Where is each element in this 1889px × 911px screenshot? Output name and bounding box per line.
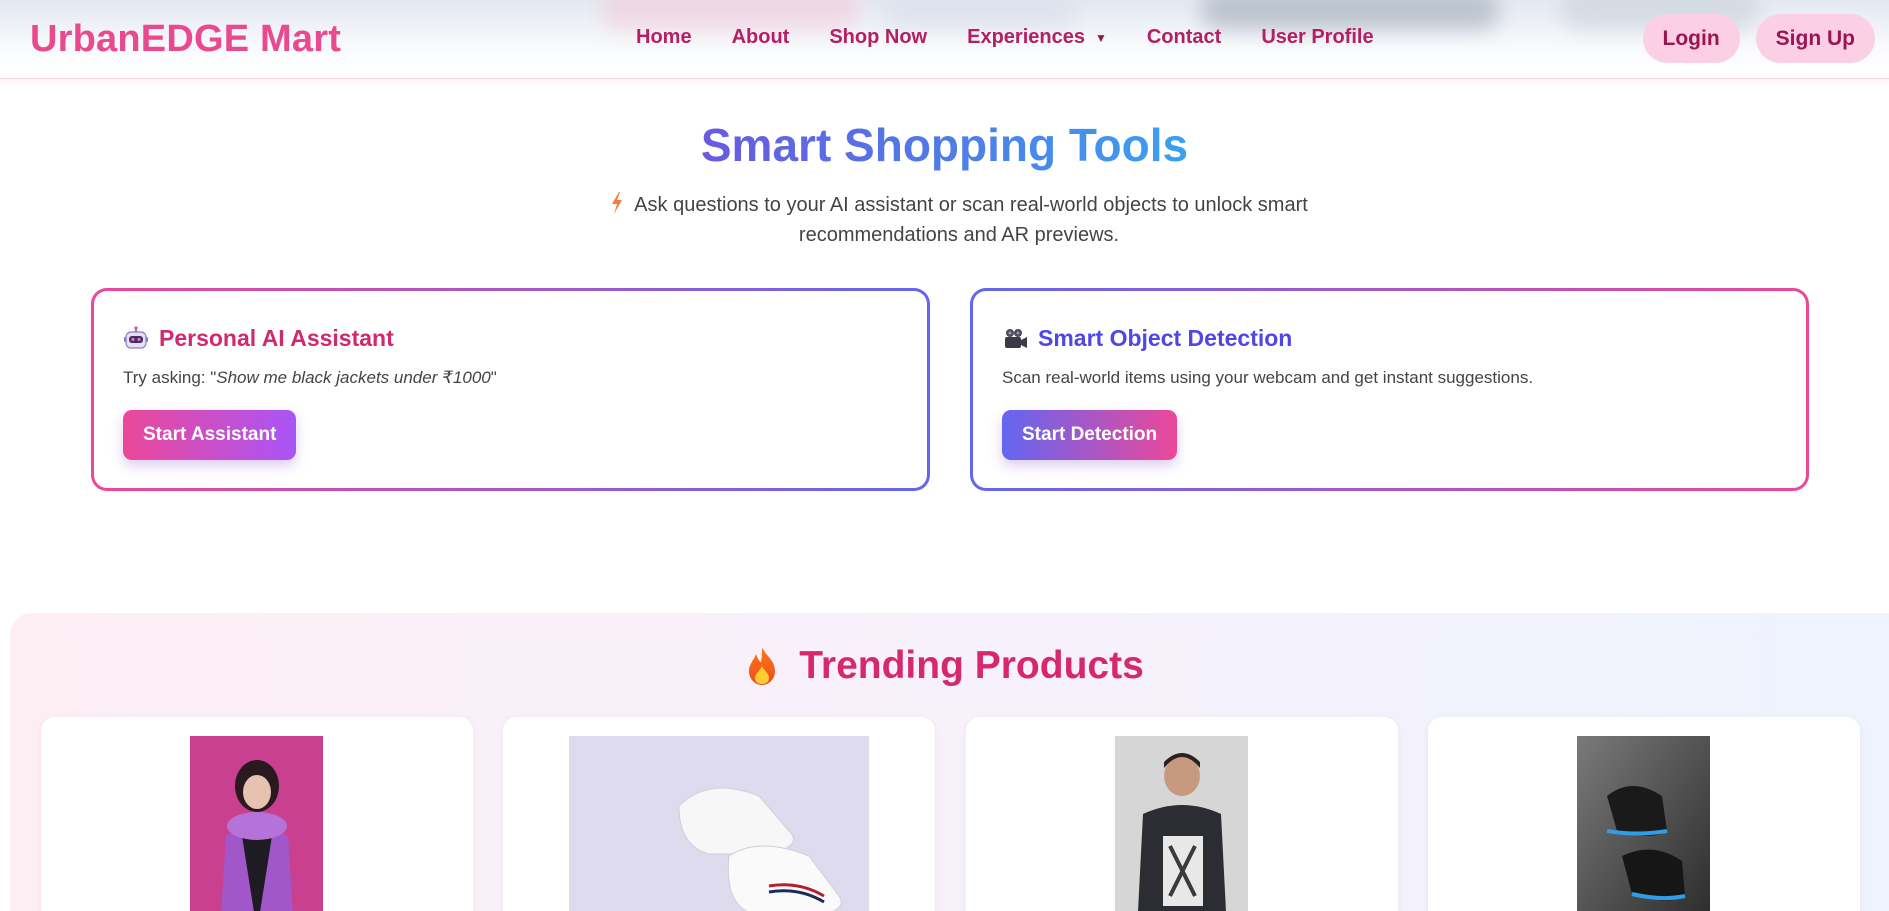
nav-shop-now[interactable]: Shop Now [829, 26, 927, 49]
nav-experiences-dropdown[interactable]: Experiences ▼ [967, 26, 1107, 49]
signup-button[interactable]: Sign Up [1755, 14, 1875, 63]
product-image[interactable] [1577, 736, 1710, 911]
assistant-card-description: Try asking: "Show me black jackets under… [123, 368, 497, 387]
assistant-card: Personal AI Assistant Try asking: "Show … [91, 288, 930, 491]
product-card[interactable] [41, 717, 473, 911]
detection-card-description: Scan real-world items using your webcam … [1002, 368, 1534, 387]
product-image[interactable] [1115, 736, 1248, 911]
nav-home[interactable]: Home [636, 26, 692, 49]
caret-down-icon: ▼ [1094, 30, 1107, 45]
flame-icon [749, 647, 776, 685]
start-assistant-button[interactable]: Start Assistant [123, 410, 297, 460]
login-button[interactable]: Login [1642, 14, 1740, 63]
product-image[interactable] [190, 736, 323, 911]
assistant-card-title: Personal AI Assistant [159, 325, 394, 351]
detection-card-title: Smart Object Detection [1038, 325, 1293, 351]
video-camera-icon [1005, 328, 1027, 348]
brand-logo[interactable]: UrbanEDGE Mart [30, 18, 341, 61]
auth-buttons: Login Sign Up [1642, 14, 1875, 63]
product-card[interactable] [966, 717, 1398, 911]
lightning-icon [612, 192, 623, 214]
robot-icon [124, 325, 148, 349]
detection-card: Smart Object Detection Scan real-world i… [970, 288, 1809, 491]
nav-links: Home About Shop Now Experiences ▼ Contact… [636, 26, 1414, 49]
detection-card-header: Smart Object Detection [1002, 325, 1777, 352]
section-title-smart-tools: Smart Shopping Tools [700, 119, 1189, 171]
start-detection-button[interactable]: Start Detection [1002, 410, 1178, 460]
product-card[interactable] [503, 717, 935, 911]
navbar: UrbanEDGE Mart Home About Shop Now Exper… [0, 0, 1889, 79]
product-image[interactable] [569, 736, 869, 911]
nav-contact[interactable]: Contact [1147, 26, 1221, 49]
assistant-card-header: Personal AI Assistant [123, 325, 898, 352]
product-card[interactable] [1428, 717, 1860, 911]
section-subtitle: Ask questions to your AI assistant or sc… [594, 190, 1324, 250]
nav-user-profile[interactable]: User Profile [1261, 26, 1373, 49]
nav-about[interactable]: About [732, 26, 790, 49]
section-title-trending: Trending Products [0, 644, 1889, 688]
